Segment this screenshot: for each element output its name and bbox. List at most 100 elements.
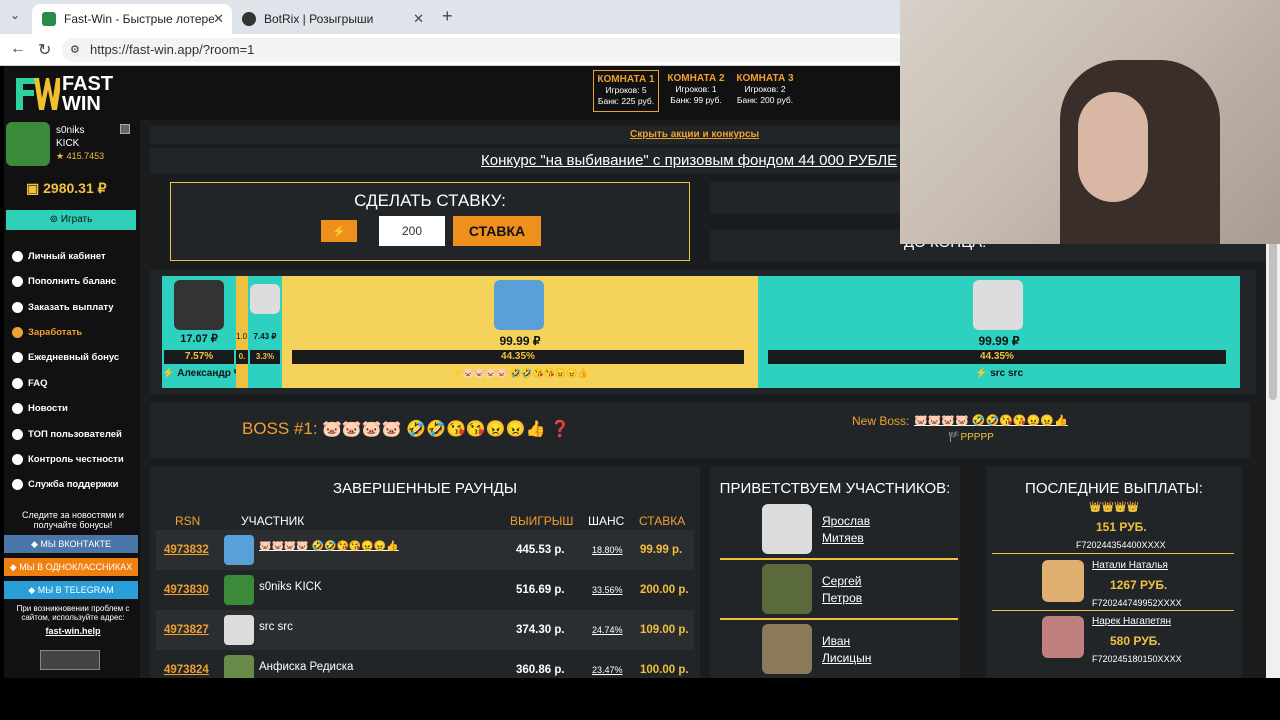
vk-icon: ◆ [31, 539, 41, 549]
welcome-first[interactable]: Иван [822, 634, 850, 648]
new-boss-label: New Boss: [852, 414, 910, 428]
player-pct: 0. [236, 350, 248, 364]
payout-name[interactable]: Натали Наталья [1092, 560, 1168, 571]
welcome-first[interactable]: Сергей [822, 574, 862, 588]
hide-promo-link[interactable]: Скрыть акции и конкурсы [630, 129, 759, 140]
room-3[interactable]: КОМНАТА 3 Игроков: 2 Банк: 200 руб. [732, 70, 798, 112]
play-label: Играть [60, 214, 93, 225]
welcome-last[interactable]: Митяев [822, 531, 864, 545]
welcome-last[interactable]: Лисицын [822, 651, 871, 665]
payouts-panel: ПОСЛЕДНИЕ ВЫПЛАТЫ: 👑👑👑👑 151 РУБ. F720244… [986, 466, 1242, 678]
menu-daily-bonus[interactable]: Ежедневный бонус [12, 352, 119, 363]
close-tab-icon[interactable]: ✕ [413, 11, 424, 27]
player-avatar[interactable] [250, 284, 280, 314]
player-amount: 1.0 [236, 332, 248, 341]
row-name[interactable]: 🐷🐷🐷🐷 🤣🤣😘😘😠😠👍 [259, 541, 399, 552]
welcome-last[interactable]: Петров [822, 591, 862, 605]
counter-widget-icon[interactable] [40, 650, 100, 670]
fastwin-logo[interactable]: FAST WIN [14, 74, 124, 114]
menu-cabinet[interactable]: Личный кабинет [12, 251, 106, 262]
webcam-overlay [900, 0, 1280, 244]
room-players: Игроков: 5 [605, 85, 647, 95]
sidebar: s0niks KICK ★ 415.7453 ▣ 2980.31 ₽ ⊚ Игр… [4, 120, 140, 678]
player-amount: 7.43 ₽ [253, 332, 277, 341]
row-name[interactable]: Анфиска Редиска [259, 661, 353, 673]
row-win: 445.53 р. [516, 544, 565, 556]
row-bet: 100.00 р. [640, 664, 689, 676]
help-link[interactable]: fast-win.help [10, 626, 136, 636]
fastwin-favicon-icon [42, 12, 56, 26]
shuffle-icon [12, 454, 23, 465]
menu-news[interactable]: Новости [12, 403, 68, 414]
player-segment: 7.43 ₽ 3.3% [248, 276, 282, 388]
menu-fairness[interactable]: Контроль честности [12, 454, 124, 465]
row-bet: 99.99 р. [640, 544, 683, 556]
menu-label: Личный кабинет [28, 251, 106, 262]
contest-link[interactable]: Конкурс "на выбивание" с призовым фондом… [481, 152, 897, 169]
row-win: 360.86 р. [516, 664, 565, 676]
table-row: 4973830 s0niks KICK 516.69 р. 33.56% 200… [156, 570, 694, 610]
player-segment: 1.0 0. [236, 276, 248, 388]
tab-fastwin[interactable]: Fast-Win - Быстрые лотереи! Ком ✕ [32, 4, 232, 34]
row-name[interactable]: src src [259, 621, 293, 633]
room-2[interactable]: КОМНАТА 2 Игроков: 1 Банк: 99 руб. [663, 70, 729, 112]
ok-button[interactable]: ◆ МЫ В ОДНОКЛАССНИКАХ [4, 558, 138, 576]
social-text: Следите за новостями и получайте бонусы! [22, 510, 124, 530]
welcome-avatar[interactable] [762, 504, 812, 554]
row-avatar [224, 575, 254, 605]
divider [720, 618, 958, 620]
welcome-title: ПРИВЕТСТВУЕМ УЧАСТНИКОВ: [719, 480, 951, 497]
vk-button[interactable]: ◆ МЫ ВКОНТАКТЕ [4, 535, 138, 553]
bet-button[interactable]: СТАВКА [453, 216, 541, 246]
new-tab-icon[interactable]: + [442, 6, 453, 27]
browser-tab-bar: ⌄ Fast-Win - Быстрые лотереи! Ком ✕ BotR… [0, 0, 900, 34]
player-amount: 99.99 ₽ [499, 334, 541, 348]
boss-emojis: 🐷🐷🐷🐷 🤣🤣😘😘😠😠👍 ❓ [322, 421, 570, 438]
room-bank: Банк: 200 руб. [736, 95, 794, 105]
rsn-link[interactable]: 4973824 [164, 664, 209, 676]
menu-label: Служба поддержки [28, 479, 119, 490]
question-icon [12, 378, 23, 389]
tab-botrix[interactable]: BotRix | Розыгрыши ✕ [232, 4, 432, 34]
player-avatar[interactable] [973, 280, 1023, 330]
menu-top-users[interactable]: ТОП пользователей [12, 429, 122, 440]
logout-icon[interactable] [120, 124, 130, 134]
welcome-first[interactable]: Ярослав [822, 514, 870, 528]
room-1[interactable]: КОМНАТА 1 Игроков: 5 Банк: 225 руб. [593, 70, 659, 112]
user-sub: KICK [56, 138, 80, 149]
close-tab-icon[interactable]: ✕ [213, 11, 224, 27]
tg-button[interactable]: ◆ МЫ В TELEGRAM [4, 581, 138, 599]
welcome-avatar[interactable] [762, 624, 812, 674]
contest-banner: Конкурс "на выбивание" с призовым фондом… [150, 148, 910, 174]
payout-avatar[interactable] [1042, 560, 1084, 602]
row-chance: 23.47% [592, 665, 623, 675]
trophy-icon [12, 429, 23, 440]
player-avatar[interactable] [494, 280, 544, 330]
bet-amount-input[interactable]: 200 [379, 216, 445, 246]
payout-wallet: F720244354400XXXX [1076, 540, 1166, 550]
payout-avatar[interactable] [1042, 616, 1084, 658]
rsn-link[interactable]: 4973830 [164, 584, 209, 596]
user-avatar[interactable] [6, 122, 50, 166]
play-button[interactable]: ⊚ Играть [6, 210, 136, 230]
room-title: КОМНАТА 2 [667, 73, 725, 84]
player-avatar[interactable] [174, 280, 224, 330]
rsn-link[interactable]: 4973832 [164, 544, 209, 556]
welcome-avatar[interactable] [762, 564, 812, 614]
menu-withdraw[interactable]: Заказать выплату [12, 302, 114, 313]
rsn-link[interactable]: 4973827 [164, 624, 209, 636]
payout-name[interactable]: Нарек Нагапетян [1092, 616, 1171, 627]
url-input[interactable]: ⚙ https://fast-win.app/?room=1 [62, 38, 900, 62]
room-bank: Банк: 99 руб. [670, 95, 722, 105]
row-name[interactable]: s0niks KICK [259, 581, 322, 593]
back-icon[interactable]: ← [10, 40, 26, 58]
menu-deposit[interactable]: Пополнить баланс [12, 276, 116, 287]
payout-amount: 1267 РУБ. [1110, 578, 1168, 592]
reload-icon[interactable]: ↻ [38, 40, 51, 60]
tab-list-icon[interactable]: ⌄ [10, 8, 20, 22]
menu-earn[interactable]: Заработать [12, 327, 82, 338]
menu-support[interactable]: Служба поддержки [12, 479, 118, 490]
quick-bet-button[interactable]: ⚡ [321, 220, 357, 242]
site-info-icon[interactable]: ⚙ [70, 38, 80, 62]
menu-faq[interactable]: FAQ [12, 378, 48, 389]
